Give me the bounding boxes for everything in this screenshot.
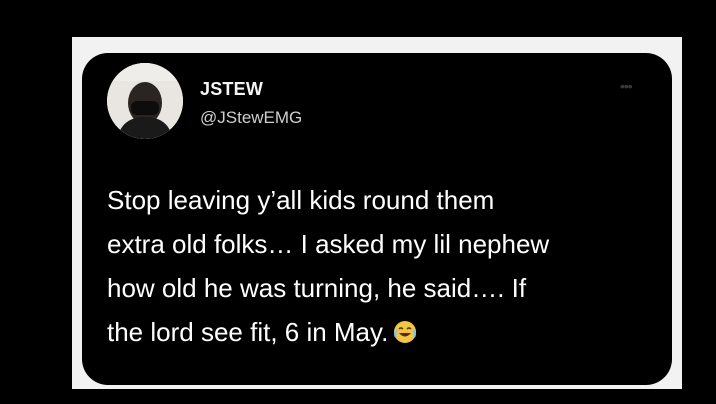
tweet-text-line: the lord see fit, 6 in May. (107, 317, 389, 347)
tweet-text-line: Stop leaving y’all kids round them (107, 185, 495, 215)
author-display-name[interactable]: JSTEW (200, 79, 263, 100)
tweet-text-line: extra old folks… I asked my lil nephew (107, 229, 550, 259)
more-options-icon[interactable]: ••• (620, 78, 633, 94)
tweet-text: Stop leaving y’all kids round them extra… (107, 178, 667, 354)
avatar[interactable] (107, 63, 183, 139)
tweet-text-line: how old he was turning, he said…. If (107, 273, 527, 303)
profile-photo-icon (107, 63, 183, 139)
tweet-text-line-last: the lord see fit, 6 in May. (107, 310, 667, 354)
author-handle[interactable]: @JStewEMG (200, 108, 302, 128)
tears-of-joy-emoji-icon (394, 321, 417, 343)
